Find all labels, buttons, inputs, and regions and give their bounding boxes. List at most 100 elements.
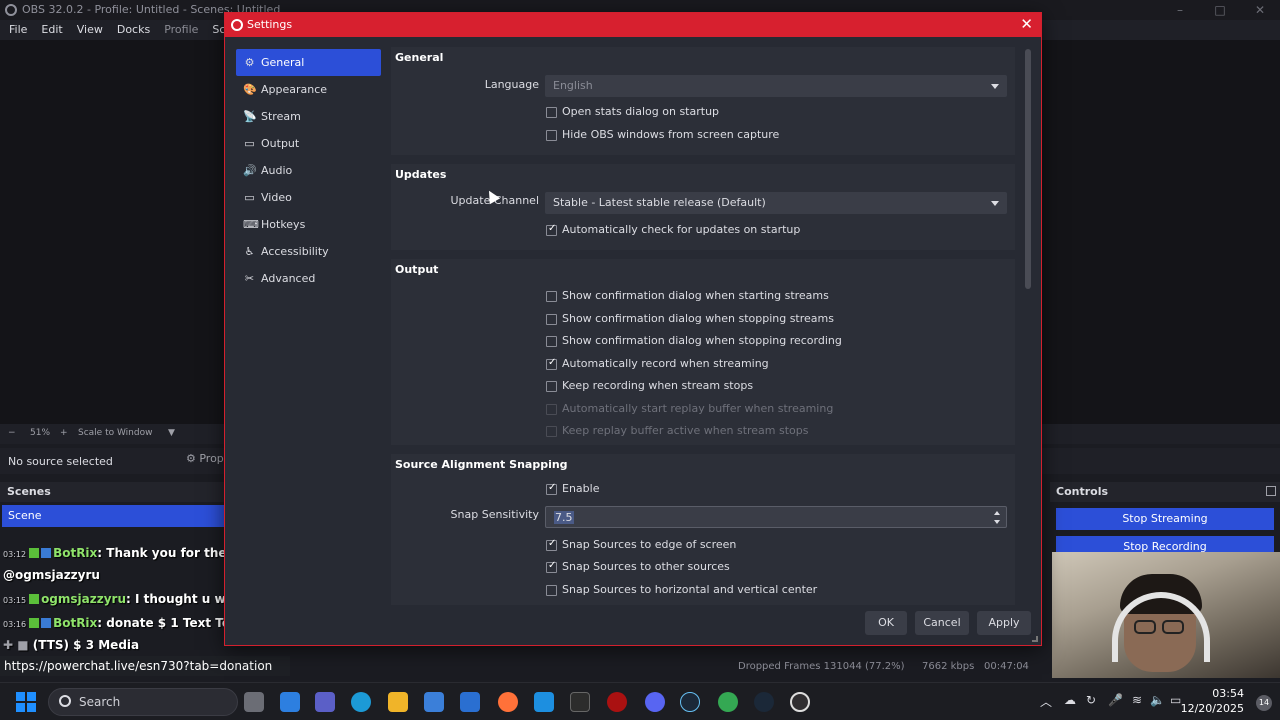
steam-icon[interactable] (680, 692, 700, 712)
notification-badge[interactable]: 14 (1256, 695, 1272, 711)
chevron-down-icon[interactable]: ▼ (168, 428, 175, 438)
chat-timestamp: 03:16 (3, 620, 27, 629)
checkbox-label: Show confirmation dialog when stopping s… (562, 312, 834, 325)
menu-edit[interactable]: Edit (34, 20, 69, 40)
nav-item-output[interactable]: ▭ Output (236, 130, 381, 157)
nav-label: Output (261, 137, 300, 150)
close-icon[interactable]: ✕ (1240, 0, 1280, 20)
group-title-general: General (395, 51, 444, 64)
widgets-icon[interactable] (280, 692, 300, 712)
edge-icon[interactable] (351, 692, 371, 712)
checkbox-label: Snap Sources to edge of screen (562, 538, 737, 551)
nav-label: Accessibility (261, 245, 329, 258)
microphone-icon[interactable]: 🎤 (1108, 693, 1123, 707)
badge-icon (41, 618, 52, 628)
antenna-icon: 📡 (243, 110, 257, 123)
nav-item-video[interactable]: ▭ Video (236, 184, 381, 211)
onedrive-icon[interactable]: ☁ (1064, 693, 1076, 707)
scenes-dock-header: Scenes (0, 482, 226, 502)
clock-time[interactable]: 03:54 (1212, 687, 1244, 700)
chat-message-continued: ✚ ■ (TTS) $ 3 Media (3, 638, 139, 652)
stream-timer: 00:47:04 (984, 661, 1029, 672)
nav-label: Advanced (261, 272, 316, 285)
chat-text: (TTS) $ 3 Media (32, 638, 140, 652)
spin-down-icon[interactable] (994, 520, 1000, 524)
settings-nav: ⚙ General 🎨 Appearance 📡 Stream ▭ Output 🔊 Au… (236, 49, 381, 292)
checkbox-label: Snap Sources to other sources (562, 560, 730, 573)
menu-docks[interactable]: Docks (110, 20, 157, 40)
zoom-out-icon[interactable]: − (8, 428, 16, 438)
emote-icon: ✚ ■ (3, 638, 33, 652)
scene-list-item[interactable]: Scene (2, 505, 224, 527)
nav-label: Stream (261, 110, 301, 123)
store-icon[interactable] (424, 692, 444, 712)
nav-item-advanced[interactable]: ✂ Advanced (236, 265, 381, 292)
nav-item-stream[interactable]: 📡 Stream (236, 103, 381, 130)
windows-start-icon[interactable] (16, 692, 36, 712)
chevron-up-icon[interactable]: ︿ (1040, 693, 1052, 710)
chat-message-continued: @ogmsjazzyru (3, 568, 100, 582)
updates-group: Updates Update Channel Stable - Latest s… (391, 164, 1015, 250)
controls-title: Controls (1056, 485, 1109, 498)
teams-icon[interactable] (315, 692, 335, 712)
language-value: English (553, 79, 593, 92)
language-select[interactable]: English (545, 75, 1007, 97)
minimize-icon[interactable]: – (1160, 0, 1200, 20)
clock-date[interactable]: 12/20/2025 (1181, 702, 1244, 715)
menu-file[interactable]: File (2, 20, 34, 40)
nav-label: General (261, 56, 305, 69)
nav-item-accessibility[interactable]: ♿ Accessibility (236, 238, 381, 265)
firefox-icon[interactable] (498, 692, 518, 712)
settings-content[interactable]: General Language English Open stats dial… (391, 45, 1015, 605)
chevron-down-icon (991, 201, 999, 206)
group-title-output: Output (395, 263, 439, 276)
scale-mode[interactable]: Scale to Window (78, 428, 152, 438)
cancel-button[interactable]: Cancel (915, 611, 969, 635)
app-icon[interactable] (607, 692, 627, 712)
dropbox-icon[interactable] (534, 692, 554, 712)
nav-item-hotkeys[interactable]: ⌨ Hotkeys (236, 211, 381, 238)
apply-button[interactable]: Apply (977, 611, 1031, 635)
maximize-icon[interactable]: □ (1200, 0, 1240, 20)
zoom-level: 51% (30, 428, 51, 438)
volume-icon[interactable]: 🔈 (1150, 693, 1165, 707)
nav-item-general[interactable]: ⚙ General (236, 49, 381, 76)
snap-sensitivity-spinbox[interactable]: 7.5 (545, 506, 1007, 528)
resize-grip-icon[interactable] (1032, 636, 1038, 642)
checkbox-label: Show confirmation dialog when starting s… (562, 289, 829, 302)
nav-item-appearance[interactable]: 🎨 Appearance (236, 76, 381, 103)
mail-icon[interactable] (460, 692, 480, 712)
discord-icon[interactable] (645, 692, 665, 712)
spin-up-icon[interactable] (994, 511, 1000, 515)
ok-button[interactable]: OK (865, 611, 907, 635)
obs-taskbar-icon[interactable] (790, 692, 810, 712)
zoom-in-icon[interactable]: + (60, 428, 68, 438)
group-title-updates: Updates (395, 168, 447, 181)
chrome-icon[interactable] (718, 692, 738, 712)
nav-label: Appearance (261, 83, 328, 96)
settings-scrollbar[interactable] (1025, 49, 1031, 289)
folder-icon[interactable] (388, 692, 408, 712)
nav-item-audio[interactable]: 🔊 Audio (236, 157, 381, 184)
chat-text: @ogmsjazzyru (3, 568, 100, 582)
file-explorer-icon[interactable] (244, 692, 264, 712)
update-channel-select[interactable]: Stable - Latest stable release (Default) (545, 192, 1007, 214)
steam-icon[interactable] (754, 692, 774, 712)
badge-icon (29, 548, 40, 558)
wifi-icon[interactable]: ≋ (1132, 693, 1142, 707)
menu-view[interactable]: View (70, 20, 110, 40)
taskbar-search-label: Search (79, 695, 121, 709)
badge-icon (41, 548, 52, 558)
notepad-icon[interactable] (570, 692, 590, 712)
undock-icon[interactable] (1266, 486, 1276, 496)
stop-streaming-button[interactable]: Stop Streaming (1056, 508, 1274, 530)
browser-status-url: https://powerchat.live/esn730?tab=donati… (0, 656, 290, 676)
properties-button[interactable]: ⚙ Prop (186, 452, 224, 465)
checkbox-label: Open stats dialog on startup (562, 105, 720, 118)
taskbar-search[interactable]: Search (48, 688, 238, 716)
close-icon[interactable]: ✕ (1020, 15, 1033, 33)
system-tray: ︿ ☁ ↻ 🎤 ≋ 🔈 ▭ 03:54 12/20/2025 14 (1030, 683, 1280, 720)
refresh-icon[interactable]: ↻ (1086, 693, 1096, 707)
controls-dock-header: Controls (1050, 482, 1280, 502)
menu-profile[interactable]: Profile (157, 20, 205, 40)
